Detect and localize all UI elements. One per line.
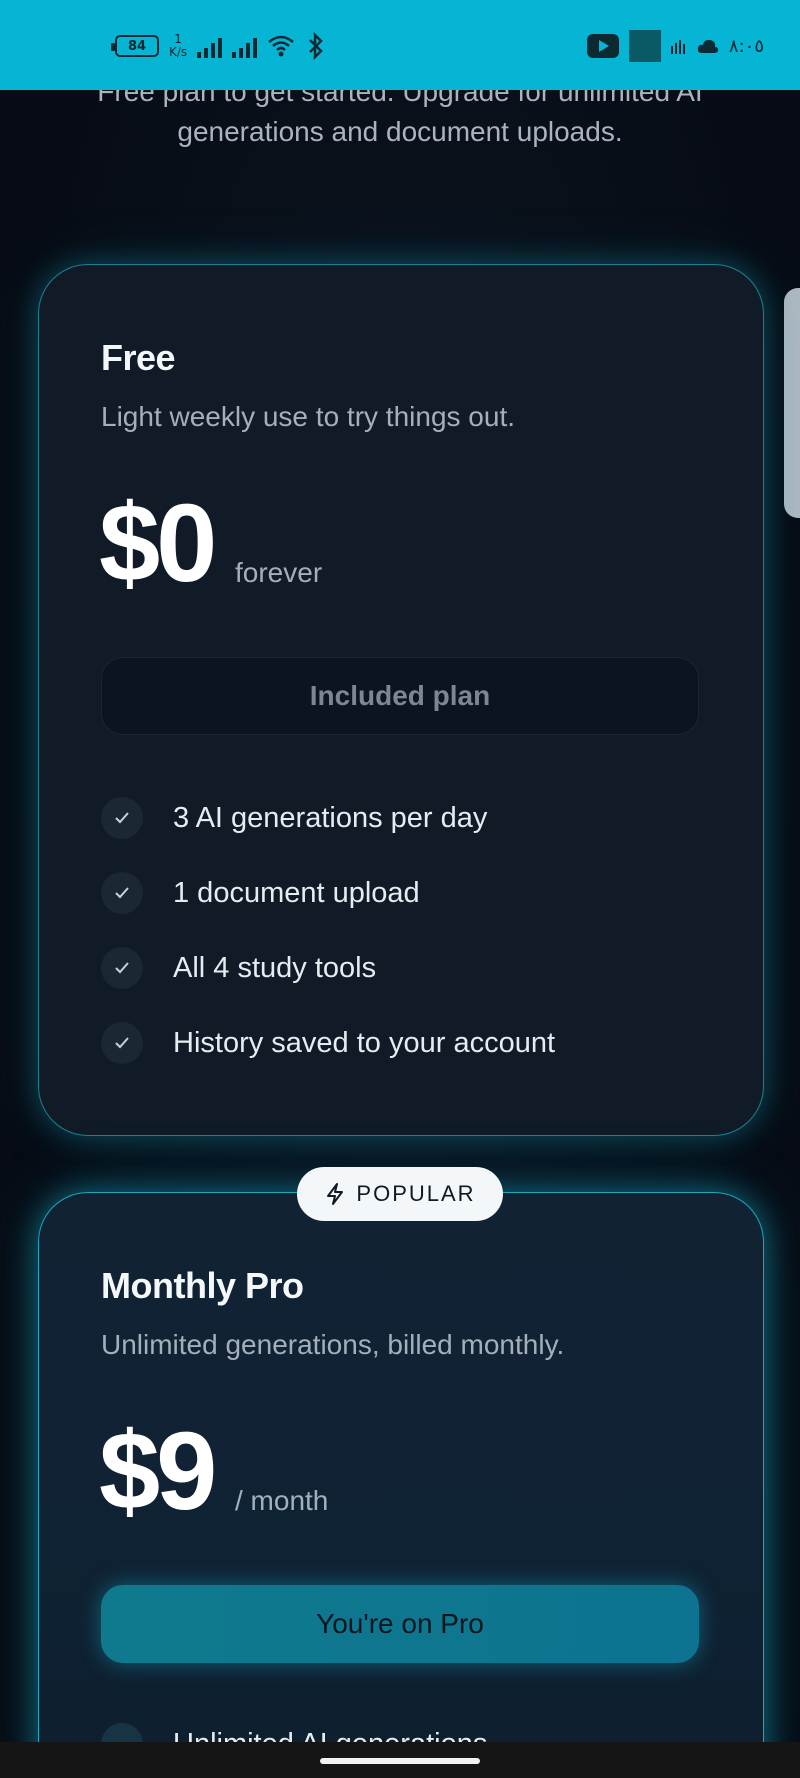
plan-period: / month [235, 1485, 329, 1516]
net-speed: 1 K/s [169, 33, 187, 59]
check-icon [101, 797, 143, 839]
plan-name: Monthly Pro [101, 1265, 304, 1306]
plan-period: forever [235, 557, 323, 588]
clock: ٨:٠٥ [728, 35, 764, 57]
badge-label: POPULAR [356, 1181, 476, 1206]
plan-price: $0 [99, 482, 217, 605]
plan-description: Unlimited generations, billed monthly. [101, 1329, 565, 1360]
navigation-bar [0, 1742, 800, 1778]
included-plan-button[interactable]: Included plan [101, 657, 699, 735]
status-left: 84 1 K/s [111, 26, 327, 66]
plan-card-free: Free Light weekly use to try things out.… [38, 264, 764, 1136]
voice-icon [670, 40, 685, 54]
net-speed-unit: K/s [169, 45, 188, 59]
signal-icon-2 [232, 34, 258, 58]
status-bar: 84 1 K/s ٨:٠٥ [0, 0, 800, 90]
plan-card-monthly-pro: Monthly Pro Unlimited generations, bille… [38, 1192, 764, 1778]
plan-description: Light weekly use to try things out. [101, 401, 515, 432]
check-icon [101, 872, 143, 914]
next-card-peek[interactable] [784, 288, 800, 518]
current-pro-button[interactable]: You're on Pro [101, 1585, 699, 1663]
feature-text: 3 AI generations per day [173, 801, 488, 834]
list-item: 1 document upload [101, 872, 555, 914]
home-gesture-handle[interactable] [320, 1758, 480, 1764]
feature-text: History saved to your account [173, 1026, 556, 1059]
list-item: All 4 study tools [101, 947, 555, 989]
list-item: History saved to your account [101, 1022, 555, 1064]
status-right: ٨:٠٥ [586, 28, 764, 64]
list-item: 3 AI generations per day [101, 797, 555, 839]
check-icon [101, 947, 143, 989]
bluetooth-icon [309, 32, 323, 60]
check-icon [101, 1022, 143, 1064]
wifi-icon [268, 35, 294, 57]
battery-icon: 84 [111, 35, 159, 57]
plan-name: Free [101, 337, 176, 378]
cloud-icon [697, 39, 719, 53]
feature-text: All 4 study tools [173, 951, 377, 984]
lightning-icon [327, 1183, 344, 1205]
signal-icon [197, 34, 223, 58]
feature-text: 1 document upload [173, 876, 420, 909]
popular-badge: POPULAR [297, 1167, 503, 1221]
youtube-icon [586, 34, 619, 58]
plan-price: $9 [99, 1410, 217, 1533]
pricing-screen: 84 1 K/s ٨:٠٥ Free plan to get started. … [0, 0, 800, 1778]
feature-list: 3 AI generations per day 1 document uplo… [101, 797, 555, 1097]
app-icon [628, 30, 661, 62]
battery-level: 84 [127, 38, 147, 54]
